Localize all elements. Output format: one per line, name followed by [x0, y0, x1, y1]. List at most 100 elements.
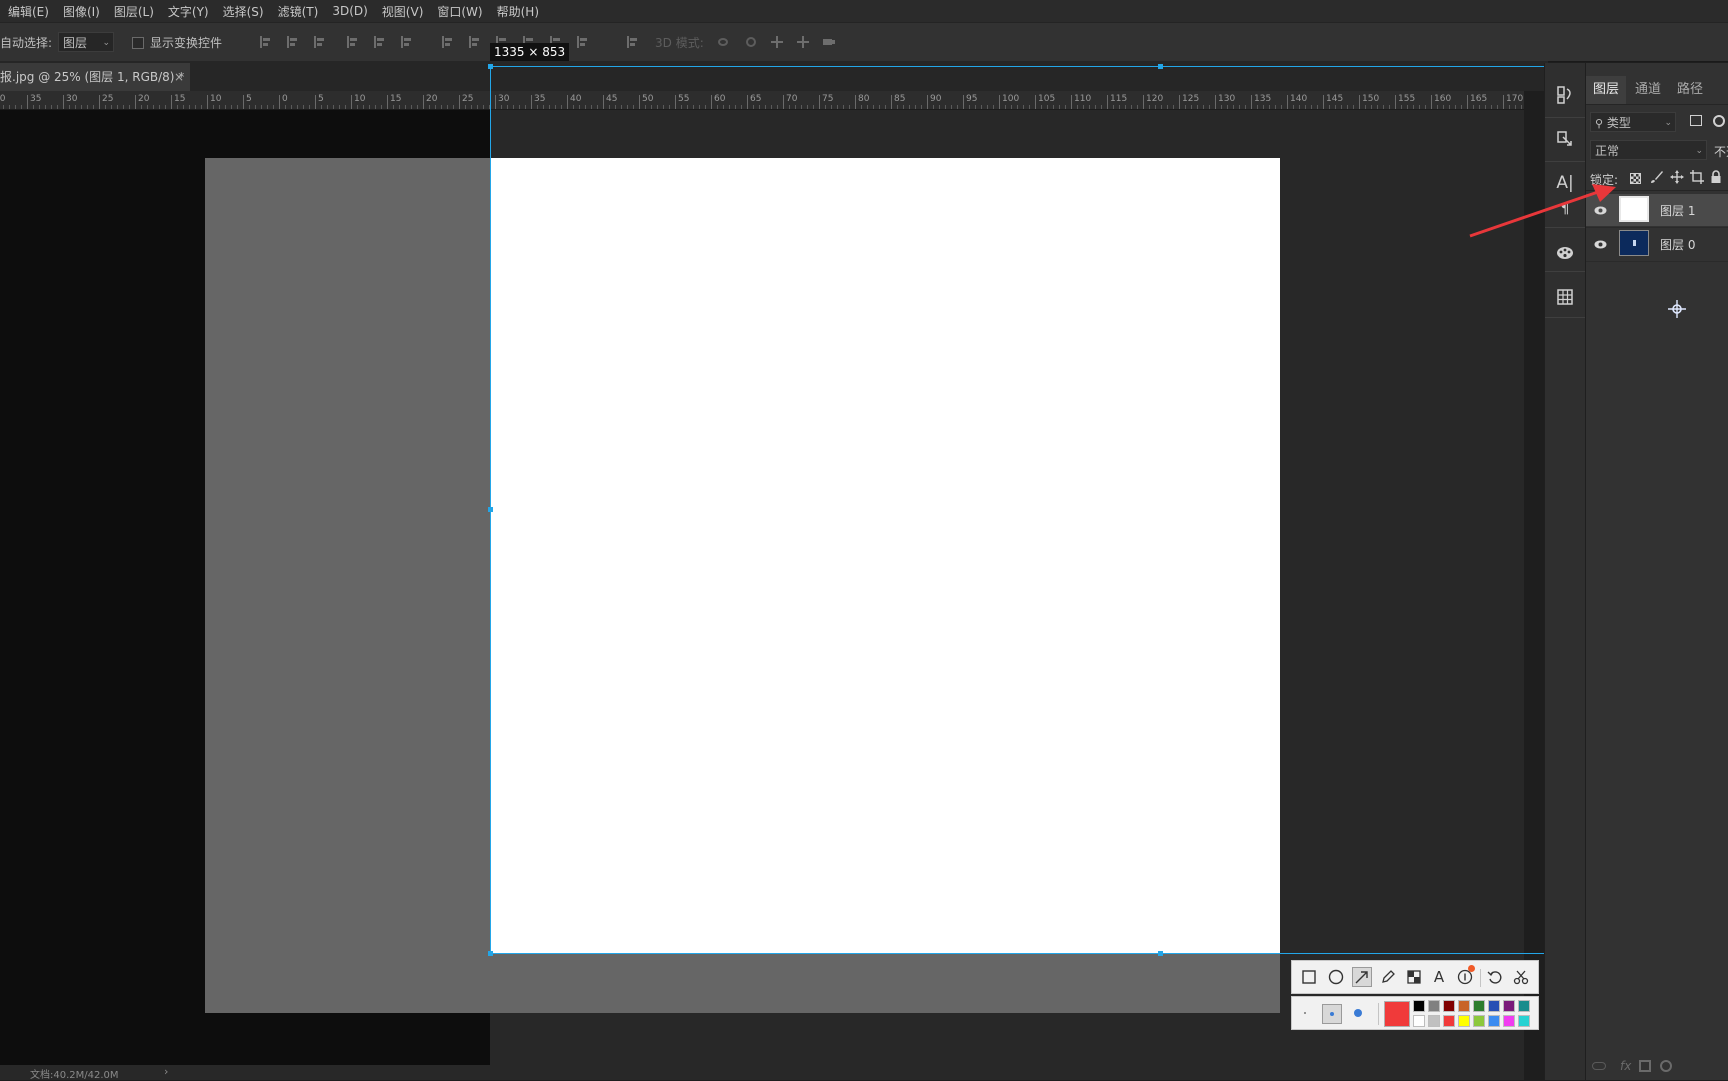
ruler-minor-tick	[1167, 105, 1168, 109]
color-swatch[interactable]	[1428, 1015, 1440, 1027]
rectangle-tool-icon[interactable]	[1299, 967, 1319, 987]
ruler-minor-tick	[795, 105, 796, 109]
menu-item[interactable]: 图像(I)	[63, 3, 100, 20]
color-swatch[interactable]	[1473, 1015, 1485, 1027]
menu-item[interactable]: 编辑(E)	[8, 3, 49, 20]
transform-handle[interactable]	[488, 951, 493, 956]
adjustment-filter-icon[interactable]	[1713, 115, 1725, 127]
lock-brush-icon[interactable]	[1650, 170, 1664, 184]
menu-item[interactable]: 帮助(H)	[497, 3, 539, 20]
ruler-minor-tick	[369, 105, 370, 109]
color-swatch[interactable]	[1488, 1015, 1500, 1027]
color-swatch[interactable]	[1473, 1000, 1485, 1012]
align-icon[interactable]	[625, 36, 639, 48]
layer-filter-dropdown[interactable]: ⚲ 类型 ⌄	[1590, 112, 1676, 132]
transform-handle[interactable]	[488, 507, 493, 512]
pencil-tool-icon[interactable]	[1378, 967, 1398, 987]
ruler-minor-tick	[123, 105, 124, 109]
3d-roll-icon[interactable]	[744, 36, 758, 48]
adjustment-layer-icon[interactable]	[1660, 1060, 1672, 1072]
color-swatch[interactable]	[1518, 1000, 1530, 1012]
menu-item[interactable]: 3D(D)	[332, 4, 367, 18]
text-tool-icon[interactable]: A	[1429, 967, 1449, 987]
transform-handle[interactable]	[488, 64, 493, 69]
size-large-dot[interactable]	[1354, 1009, 1362, 1017]
tab-layers[interactable]: 图层	[1586, 76, 1626, 104]
ellipse-tool-icon[interactable]	[1326, 967, 1346, 987]
align-icon[interactable]	[372, 36, 386, 48]
align-icon[interactable]	[312, 36, 326, 48]
tab-paths[interactable]: 路径	[1670, 76, 1710, 104]
blend-mode-dropdown[interactable]: 正常 ⌄	[1590, 140, 1707, 160]
ruler-minor-tick	[321, 105, 322, 109]
transform-handle[interactable]	[1158, 64, 1163, 69]
align-icon[interactable]	[440, 36, 454, 48]
color-swatch[interactable]	[1413, 1015, 1425, 1027]
ruler-tick-label: 15	[390, 94, 402, 104]
lock-transparency-icon[interactable]	[1630, 173, 1641, 184]
align-icon[interactable]	[345, 36, 359, 48]
cut-icon[interactable]	[1511, 967, 1531, 987]
history-icon[interactable]	[1553, 83, 1577, 107]
lock-artboard-icon[interactable]	[1690, 170, 1704, 184]
color-swatch[interactable]	[1443, 1015, 1455, 1027]
color-swatch[interactable]	[1413, 1000, 1425, 1012]
canvas-white-layer[interactable]	[490, 158, 1280, 953]
document-tab[interactable]: 报.jpg @ 25% (图层 1, RGB/8) * ×	[0, 63, 190, 91]
3d-pan-icon[interactable]	[770, 36, 784, 48]
fx-icon[interactable]: fx	[1620, 1059, 1631, 1073]
ruler-minor-tick	[849, 105, 850, 109]
tab-channels[interactable]: 通道	[1628, 76, 1668, 104]
image-filter-icon[interactable]	[1690, 115, 1702, 126]
align-icon[interactable]	[285, 36, 299, 48]
menu-item[interactable]: 窗口(W)	[437, 3, 482, 20]
menu-item[interactable]: 滤镜(T)	[278, 3, 319, 20]
ruler-minor-tick	[861, 105, 862, 109]
menu-item[interactable]: 选择(S)	[223, 3, 264, 20]
menu-item[interactable]: 图层(L)	[114, 3, 154, 20]
color-swatch[interactable]	[1488, 1000, 1500, 1012]
3d-slide-icon[interactable]	[796, 36, 810, 48]
status-arrow-icon[interactable]: ›	[164, 1065, 168, 1078]
menu-item[interactable]: 视图(V)	[382, 3, 424, 20]
close-icon[interactable]: ×	[174, 63, 184, 91]
3d-rotate-icon[interactable]	[716, 36, 730, 48]
ruler-minor-tick	[1023, 105, 1024, 109]
properties-icon[interactable]	[1553, 127, 1577, 151]
ruler-minor-tick	[735, 105, 736, 109]
color-swatch[interactable]	[1458, 1000, 1470, 1012]
size-medium-button[interactable]	[1322, 1004, 1342, 1024]
ruler-minor-tick	[255, 105, 256, 109]
color-swatch[interactable]	[1443, 1000, 1455, 1012]
mosaic-tool-icon[interactable]	[1404, 967, 1424, 987]
3d-scale-icon[interactable]	[822, 36, 836, 48]
color-swatch[interactable]	[1458, 1015, 1470, 1027]
ruler-minor-tick	[1389, 105, 1390, 109]
align-icon[interactable]	[575, 36, 589, 48]
undo-icon[interactable]	[1485, 967, 1505, 987]
ruler-minor-tick	[1407, 105, 1408, 109]
align-icon[interactable]	[258, 36, 272, 48]
transform-handle[interactable]	[1158, 951, 1163, 956]
grid-icon[interactable]	[1553, 285, 1577, 309]
color-swatch[interactable]	[1503, 1015, 1515, 1027]
menu-item[interactable]: 文字(Y)	[168, 3, 209, 20]
size-small-dot[interactable]	[1304, 1012, 1306, 1014]
ruler-minor-tick	[21, 105, 22, 109]
align-icon[interactable]	[467, 36, 481, 48]
show-transform-checkbox[interactable]	[132, 37, 144, 49]
color-swatch[interactable]	[1428, 1000, 1440, 1012]
ruler-tick-label: 40	[0, 94, 6, 104]
align-icon[interactable]	[399, 36, 413, 48]
color-swatch[interactable]	[1503, 1000, 1515, 1012]
auto-select-dropdown[interactable]: 图层 ⌄	[58, 32, 114, 52]
current-color-swatch[interactable]	[1384, 1001, 1410, 1027]
lock-all-icon[interactable]	[1710, 170, 1722, 184]
color-swatch[interactable]	[1518, 1015, 1530, 1027]
mask-icon[interactable]	[1639, 1060, 1651, 1072]
search-icon: ⚲	[1595, 117, 1604, 130]
link-icon[interactable]	[1592, 1062, 1606, 1070]
ruler-tick-label: 65	[750, 94, 762, 104]
arrow-tool-icon[interactable]	[1352, 967, 1372, 987]
lock-move-icon[interactable]	[1670, 170, 1684, 184]
